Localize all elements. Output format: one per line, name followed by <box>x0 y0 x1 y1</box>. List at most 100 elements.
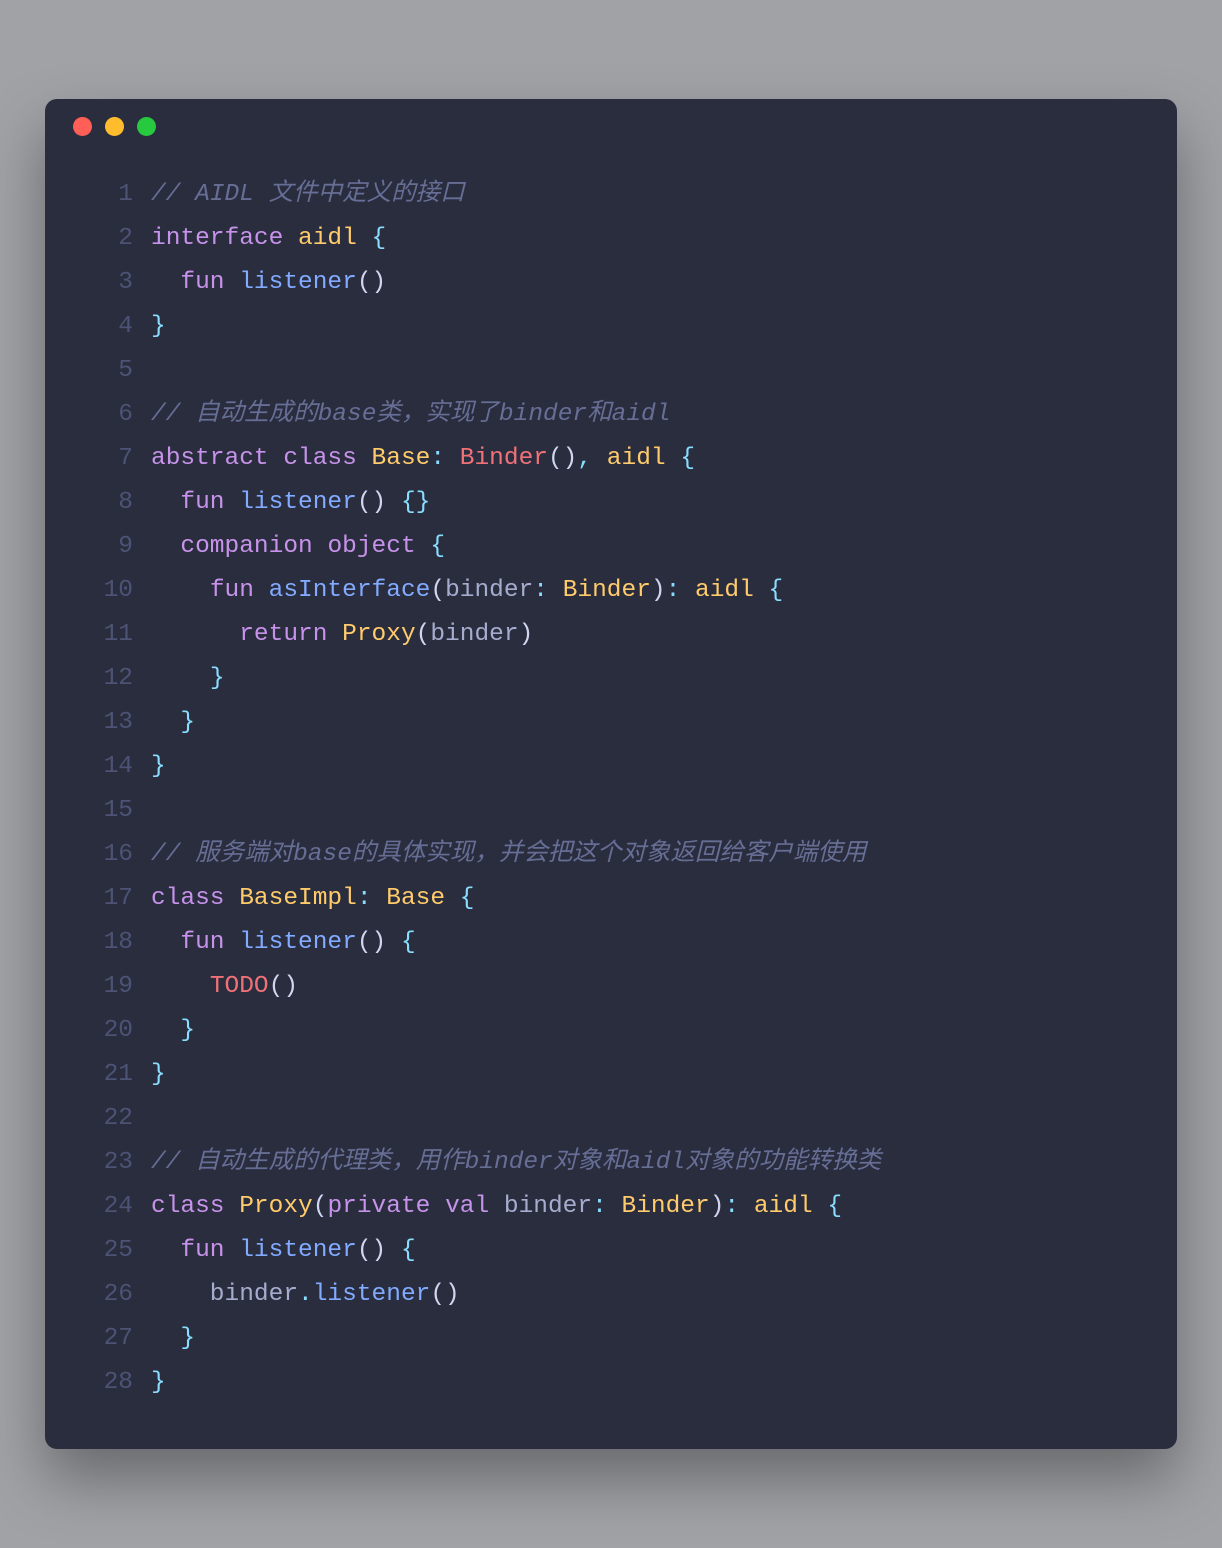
code-content: fun asInterface(binder: Binder): aidl { <box>151 569 1149 613</box>
code-line: 14} <box>45 745 1149 789</box>
code-content: } <box>151 1053 1149 1097</box>
code-content: class Proxy(private val binder: Binder):… <box>151 1185 1149 1229</box>
token <box>151 1017 180 1044</box>
token: : <box>357 885 372 912</box>
token: () <box>269 973 298 1000</box>
close-icon[interactable] <box>73 117 92 136</box>
token: listener <box>239 1237 357 1264</box>
code-line: 15 <box>45 789 1149 833</box>
token <box>666 445 681 472</box>
line-number: 26 <box>45 1273 151 1317</box>
code-content: binder.listener() <box>151 1273 1149 1317</box>
token <box>548 577 563 604</box>
code-line: 5 <box>45 349 1149 393</box>
token: Base <box>372 445 431 472</box>
line-number: 24 <box>45 1185 151 1229</box>
token: } <box>151 1061 166 1088</box>
code-line: 16// 服务端对base的具体实现，并会把这个对象返回给客户端使用 <box>45 833 1149 877</box>
token: // AIDL 文件中定义的接口 <box>151 181 465 208</box>
token <box>607 1193 622 1220</box>
code-content <box>151 1097 1149 1141</box>
token: ( <box>313 1193 328 1220</box>
token: Proxy <box>342 621 416 648</box>
token <box>357 445 372 472</box>
token: binder <box>489 1193 592 1220</box>
line-number: 23 <box>45 1141 151 1185</box>
token: . <box>298 1281 313 1308</box>
token <box>151 1325 180 1352</box>
code-line: 23// 自动生成的代理类，用作binder对象和aidl对象的功能转换类 <box>45 1141 1149 1185</box>
token: // 自动生成的base类，实现了binder和aidl <box>151 401 670 428</box>
minimize-icon[interactable] <box>105 117 124 136</box>
line-number: 6 <box>45 393 151 437</box>
token: // 自动生成的代理类，用作binder对象和aidl对象的功能转换类 <box>151 1149 881 1176</box>
token: abstract <box>151 445 269 472</box>
code-line: 26 binder.listener() <box>45 1273 1149 1317</box>
token: return <box>239 621 327 648</box>
code-content: interface aidl { <box>151 217 1149 261</box>
token: companion <box>180 533 312 560</box>
line-number: 5 <box>45 349 151 393</box>
code-content: } <box>151 745 1149 789</box>
token <box>313 533 328 560</box>
token: ) <box>519 621 534 648</box>
code-content: // 自动生成的代理类，用作binder对象和aidl对象的功能转换类 <box>151 1141 1149 1185</box>
token <box>372 885 387 912</box>
token: fun <box>180 929 224 956</box>
token: : <box>533 577 548 604</box>
code-line: 7abstract class Base: Binder(), aidl { <box>45 437 1149 481</box>
token <box>225 269 240 296</box>
token: } <box>180 709 195 736</box>
code-content: } <box>151 657 1149 701</box>
token <box>151 973 210 1000</box>
token: TODO <box>210 973 269 1000</box>
code-line: 19 TODO() <box>45 965 1149 1009</box>
code-content: fun listener() <box>151 261 1149 305</box>
line-number: 14 <box>45 745 151 789</box>
token: private <box>327 1193 430 1220</box>
token: fun <box>180 269 224 296</box>
token: () <box>357 929 386 956</box>
token: Binder <box>563 577 651 604</box>
line-number: 18 <box>45 921 151 965</box>
code-line: 10 fun asInterface(binder: Binder): aidl… <box>45 569 1149 613</box>
code-line: 20 } <box>45 1009 1149 1053</box>
code-content: } <box>151 305 1149 349</box>
token <box>254 577 269 604</box>
token: } <box>180 1017 195 1044</box>
token: class <box>283 445 357 472</box>
code-line: 21} <box>45 1053 1149 1097</box>
token <box>151 1237 180 1264</box>
token <box>386 1237 401 1264</box>
window-titlebar <box>45 99 1177 153</box>
token: , <box>577 445 592 472</box>
line-number: 15 <box>45 789 151 833</box>
code-line: 4} <box>45 305 1149 349</box>
token: Base <box>386 885 445 912</box>
maximize-icon[interactable] <box>137 117 156 136</box>
token <box>327 621 342 648</box>
token <box>151 709 180 736</box>
token <box>151 929 180 956</box>
token: aidl <box>298 225 357 252</box>
line-number: 27 <box>45 1317 151 1361</box>
token: Binder <box>460 445 548 472</box>
line-number: 20 <box>45 1009 151 1053</box>
code-line: 22 <box>45 1097 1149 1141</box>
code-content <box>151 349 1149 393</box>
line-number: 13 <box>45 701 151 745</box>
code-line: 9 companion object { <box>45 525 1149 569</box>
token: fun <box>180 1237 224 1264</box>
token: binder <box>430 621 518 648</box>
code-content: // 自动生成的base类，实现了binder和aidl <box>151 393 1149 437</box>
token <box>269 445 284 472</box>
code-content: } <box>151 701 1149 745</box>
token: } <box>180 1325 195 1352</box>
line-number: 12 <box>45 657 151 701</box>
token: binder <box>445 577 533 604</box>
token: listener <box>239 269 357 296</box>
token: { <box>401 1237 416 1264</box>
token <box>813 1193 828 1220</box>
token: class <box>151 1193 225 1220</box>
code-content: fun listener() { <box>151 1229 1149 1273</box>
